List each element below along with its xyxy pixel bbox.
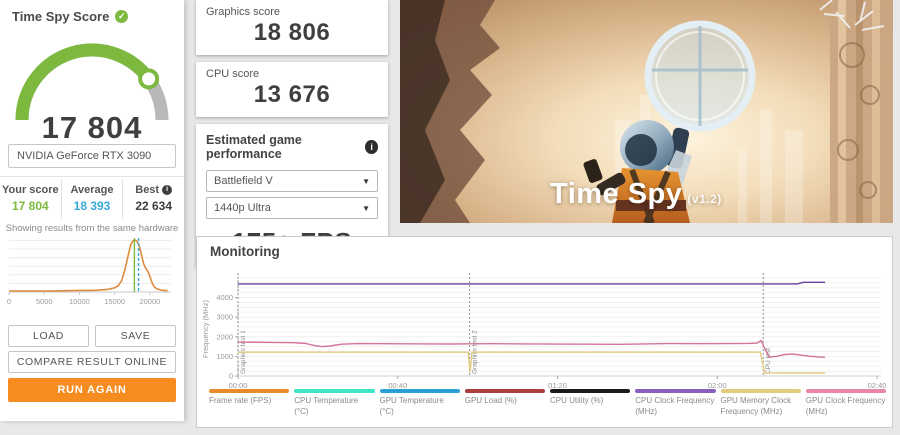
benchmark-result-page: Time Spy Score ✓ 17 804 NVIDIA GeForce R… (0, 0, 900, 435)
legend-label: CPU Clock Frequency (MHz) (635, 393, 715, 418)
graphics-score-card: Graphics score 18 806 (196, 0, 388, 55)
stat-your-score: Your score 17 804 (0, 179, 61, 219)
svg-text:3000: 3000 (216, 313, 233, 322)
svg-text:0: 0 (229, 372, 233, 381)
stat-label: Average (71, 184, 114, 196)
cpu-score-value: 13 676 (196, 80, 388, 117)
chevron-down-icon: ▼ (362, 204, 370, 213)
sub-scores-column: Graphics score 18 806 CPU score 13 676 E… (196, 0, 388, 275)
score-gauge: 17 804 (4, 28, 180, 140)
load-button[interactable]: LOAD (8, 325, 89, 347)
artwork-version: (v1.2) (687, 192, 721, 206)
gpu-selector[interactable]: NVIDIA GeForce RTX 3090 (8, 144, 176, 168)
stat-value: 17 804 (2, 199, 59, 213)
monitoring-title: Monitoring (197, 237, 892, 259)
svg-text:20000: 20000 (139, 297, 160, 306)
page-title: Time Spy Score (12, 9, 109, 24)
legend-label: GPU Load (%) (465, 393, 545, 407)
stat-value: 18 393 (64, 199, 121, 213)
divider (0, 176, 184, 177)
monitoring-panel: Monitoring Frequency (MHz) 0 1000 2000 3000 4… (196, 236, 893, 428)
preset-select-value: 1440p Ultra (214, 202, 271, 214)
info-icon[interactable]: i (365, 140, 378, 154)
legend-item: GPU Load (%) (465, 389, 545, 418)
legend-label: GPU Temperature (°C) (380, 393, 460, 418)
artwork-title-text: Time Spy (550, 178, 682, 210)
legend-item: Frame rate (FPS) (209, 389, 289, 418)
legend-item: CPU Temperature (°C) (294, 389, 374, 418)
stat-label: Best (135, 184, 159, 196)
legend-item: CPU Utility (%) (550, 389, 630, 418)
artwork-title: Time Spy (v1.2) (550, 178, 722, 211)
time-spy-artwork: Time Spy (v1.2) (400, 0, 893, 223)
stat-label: Your score (2, 184, 59, 196)
estimated-game-performance-title: Estimated game performance (206, 133, 365, 161)
score-panel: Time Spy Score ✓ 17 804 NVIDIA GeForce R… (0, 0, 184, 421)
legend-label: CPU Temperature (°C) (294, 393, 374, 418)
game-select-value: Battlefield V (214, 175, 273, 187)
graphics-score-label: Graphics score (196, 0, 388, 18)
svg-text:4000: 4000 (216, 293, 233, 302)
monitoring-legend: Frame rate (FPS)CPU Temperature (°C)GPU … (209, 389, 886, 418)
svg-text:10000: 10000 (69, 297, 90, 306)
stat-average: Average 18 393 (61, 179, 123, 219)
legend-item: GPU Temperature (°C) (380, 389, 460, 418)
legend-item: GPU Clock Frequency (MHz) (806, 389, 886, 418)
result-actions: LOAD SAVE COMPARE RESULT ONLINE RUN AGAI… (0, 315, 184, 402)
valid-result-check-icon: ✓ (115, 10, 128, 23)
legend-item: CPU Clock Frequency (MHz) (635, 389, 715, 418)
svg-text:Frequency (MHz): Frequency (MHz) (201, 300, 210, 358)
cpu-score-card: CPU score 13 676 (196, 62, 388, 117)
histogram-caption: Showing results from the same hardware (0, 223, 184, 234)
chevron-down-icon: ▼ (362, 177, 370, 186)
graphics-score-value: 18 806 (196, 18, 388, 55)
monitoring-chart: Frequency (MHz)0100020003000400000:0000:… (197, 259, 892, 391)
legend-item: GPU Memory Clock Frequency (MHz) (721, 389, 801, 418)
score-stats-row: Your score 17 804 Average 18 393 Besti 22 634 (0, 179, 184, 219)
run-again-button[interactable]: RUN AGAIN (8, 378, 176, 402)
svg-text:15000: 15000 (104, 297, 125, 306)
svg-text:0: 0 (7, 297, 11, 306)
save-button[interactable]: SAVE (95, 325, 176, 347)
stat-value: 22 634 (125, 199, 182, 213)
cpu-score-label: CPU score (196, 62, 388, 80)
score-panel-header: Time Spy Score ✓ (0, 0, 184, 26)
svg-text:5000: 5000 (36, 297, 53, 306)
legend-label: Frame rate (FPS) (209, 393, 289, 407)
preset-select[interactable]: 1440p Ultra ▼ (206, 197, 378, 219)
svg-text:2000: 2000 (216, 332, 233, 341)
legend-label: CPU Utility (%) (550, 393, 630, 407)
score-distribution-svg: 0 5000 10000 15000 20000 (4, 236, 180, 310)
compare-result-online-button[interactable]: COMPARE RESULT ONLINE (8, 351, 176, 373)
legend-label: GPU Clock Frequency (MHz) (806, 393, 886, 418)
stat-best: Besti 22 634 (122, 179, 184, 219)
game-select[interactable]: Battlefield V ▼ (206, 170, 378, 192)
svg-text:1000: 1000 (216, 352, 233, 361)
total-score-value: 17 804 (4, 110, 180, 146)
legend-label: GPU Memory Clock Frequency (MHz) (721, 393, 801, 418)
score-distribution-chart: 0 5000 10000 15000 20000 (4, 236, 180, 315)
info-icon[interactable]: i (162, 185, 172, 195)
